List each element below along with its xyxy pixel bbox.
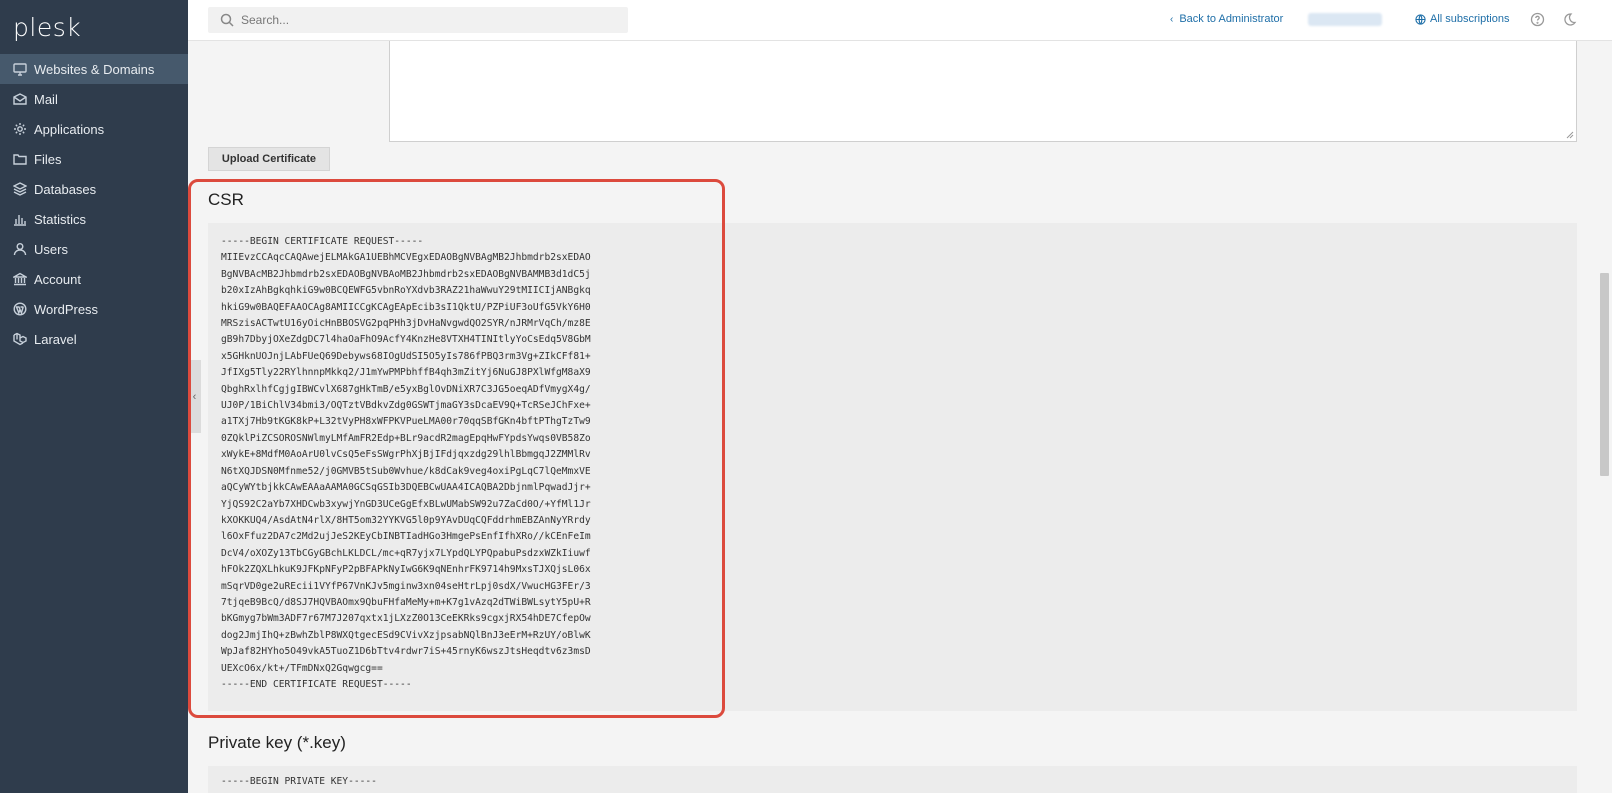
csr-code-block: -----BEGIN CERTIFICATE REQUEST----- MIIE… (208, 223, 1577, 711)
page-scrollbar-thumb[interactable] (1600, 273, 1609, 476)
mail-icon (13, 92, 27, 106)
sidebar-item-laravel[interactable]: Laravel (0, 324, 188, 354)
sidebar-item-label: WordPress (34, 301, 99, 317)
back-to-administrator-link[interactable]: ‹ Back to Administrator (1170, 13, 1283, 25)
sidebar-item-label: Users (34, 241, 68, 257)
search-icon (220, 13, 234, 27)
sidebar-item-statistics[interactable]: Statistics (0, 204, 188, 234)
sidebar: plesk Websites & Domains Mail Applicatio… (0, 0, 188, 793)
plesk-logo[interactable]: plesk (0, 0, 188, 54)
bar-chart-icon (13, 212, 27, 226)
gear-icon (13, 122, 27, 136)
subscriptions-link-label: All subscriptions (1430, 13, 1510, 25)
private-key-text: -----BEGIN PRIVATE KEY----- (221, 776, 377, 787)
search-box[interactable] (208, 7, 628, 33)
bank-icon (13, 272, 27, 286)
sidebar-item-databases[interactable]: Databases (0, 174, 188, 204)
folder-icon (13, 152, 27, 166)
all-subscriptions-link[interactable]: All subscriptions (1415, 13, 1509, 25)
sidebar-item-wordpress[interactable]: WordPress (0, 294, 188, 324)
sidebar-item-label: Statistics (34, 211, 87, 227)
sidebar-item-label: Websites & Domains (34, 61, 155, 77)
top-header: ‹ Back to Administrator All subscription… (188, 0, 1612, 41)
sidebar-collapse-handle[interactable]: ‹ (188, 360, 201, 433)
chevron-left-icon: ‹ (1170, 13, 1174, 25)
csr-text: -----BEGIN CERTIFICATE REQUEST----- MIIE… (221, 236, 591, 690)
sidebar-item-label: Account (34, 271, 81, 287)
upload-certificate-button[interactable]: Upload Certificate (208, 147, 330, 171)
user-icon (13, 242, 27, 256)
theme-moon-icon[interactable] (1562, 12, 1577, 27)
sidebar-item-label: Databases (34, 181, 97, 197)
resize-grip-icon[interactable] (1566, 131, 1574, 139)
sidebar-item-applications[interactable]: Applications (0, 114, 188, 144)
laravel-icon (13, 332, 27, 346)
csr-title: CSR (208, 190, 244, 209)
chevron-left-icon: ‹ (192, 390, 197, 403)
certificate-textarea[interactable] (389, 41, 1577, 142)
wordpress-icon (13, 302, 27, 316)
private-key-code-block: -----BEGIN PRIVATE KEY----- (208, 766, 1577, 793)
monitor-icon (13, 62, 27, 76)
globe-icon (1415, 13, 1426, 25)
sidebar-item-websites-domains[interactable]: Websites & Domains (0, 54, 188, 84)
sidebar-item-label: Laravel (34, 331, 77, 347)
search-input[interactable] (241, 13, 601, 27)
sidebar-item-files[interactable]: Files (0, 144, 188, 174)
sidebar-item-users[interactable]: Users (0, 234, 188, 264)
sidebar-item-label: Files (34, 151, 62, 167)
sidebar-item-label: Applications (34, 121, 105, 137)
private-key-title: Private key (*.key) (208, 733, 346, 752)
user-name-blurred[interactable] (1308, 13, 1382, 26)
sidebar-item-label: Mail (34, 91, 58, 107)
layers-icon (13, 182, 27, 196)
sidebar-item-mail[interactable]: Mail (0, 84, 188, 114)
sidebar-nav: Websites & Domains Mail Applications Fil… (0, 54, 188, 354)
back-link-label: Back to Administrator (1179, 13, 1284, 25)
help-icon[interactable] (1530, 12, 1545, 27)
sidebar-item-account[interactable]: Account (0, 264, 188, 294)
